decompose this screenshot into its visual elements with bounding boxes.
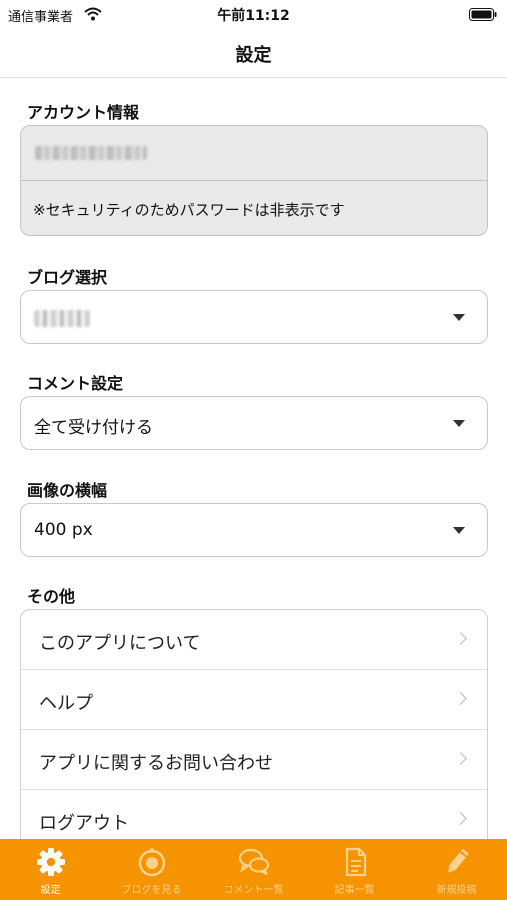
tab-label: コメント一覧 [223,885,284,896]
page-title: 設定 [235,45,272,66]
image-width-select[interactable]: 400 px [20,503,488,557]
comment-setting-value: 全て受け付ける [34,418,153,438]
account-section-heading: アカウント情報 [27,103,140,122]
status-time: 午前11:12 [217,8,290,24]
tab-settings[interactable]: 設定 [0,839,101,900]
tab-label: ブログを見る [121,885,182,896]
battery-icon [469,8,497,21]
status-bar: 通信事業者 午前11:12 [0,0,507,28]
list-item-label: アプリに関するお問い合わせ [39,753,273,774]
tab-bar: 設定 ブログを見る コメント一覧 記事一覧 新規投稿 [0,839,507,900]
image-width-section-heading: 画像の横幅 [27,481,108,500]
gear-icon [36,848,65,876]
other-menu-list: このアプリについて ヘルプ アプリに関するお問い合わせ ログアウト [20,609,488,849]
comment-section-heading: コメント設定 [27,374,124,393]
blurred-account-id [35,146,147,160]
account-id-field [21,126,487,181]
blog-section-heading: ブログ選択 [27,268,108,287]
list-item-label: ログアウト [39,813,129,834]
tab-label: 記事一覧 [334,885,375,896]
blog-select[interactable] [20,290,488,344]
dropdown-caret-icon [453,527,465,534]
tab-comment-list[interactable]: コメント一覧 [203,839,304,900]
account-info-box: ※セキュリティのためパスワードは非表示です [20,125,488,236]
dropdown-caret-icon [453,314,465,321]
password-hidden-note: ※セキュリティのためパスワードは非表示です [33,201,345,219]
chevron-right-icon [454,692,467,705]
chevron-right-icon [454,812,467,825]
list-item-label: このアプリについて [39,633,201,654]
pencil-icon [447,849,469,873]
tab-label: 設定 [40,885,61,896]
dropdown-caret-icon [453,420,465,427]
blurred-blog-name [34,310,90,327]
tab-new-post[interactable]: 新規投稿 [406,839,507,900]
chat-bubbles-icon [238,848,269,875]
image-width-value: 400 px [34,520,93,540]
list-item-about-app[interactable]: このアプリについて [21,610,487,670]
other-section-heading: その他 [27,587,76,606]
tab-label: 新規投稿 [436,885,477,896]
tab-view-blog[interactable]: ブログを見る [101,839,202,900]
document-icon [345,847,366,877]
list-item-contact[interactable]: アプリに関するお問い合わせ [21,730,487,790]
chevron-right-icon [454,632,467,645]
navigation-bar: 設定 [0,28,507,78]
target-icon [138,848,165,877]
tab-article-list[interactable]: 記事一覧 [304,839,405,900]
list-item-help[interactable]: ヘルプ [21,670,487,730]
list-item-label: ヘルプ [39,693,93,714]
comment-setting-select[interactable]: 全て受け付ける [20,396,488,450]
chevron-right-icon [454,752,467,765]
